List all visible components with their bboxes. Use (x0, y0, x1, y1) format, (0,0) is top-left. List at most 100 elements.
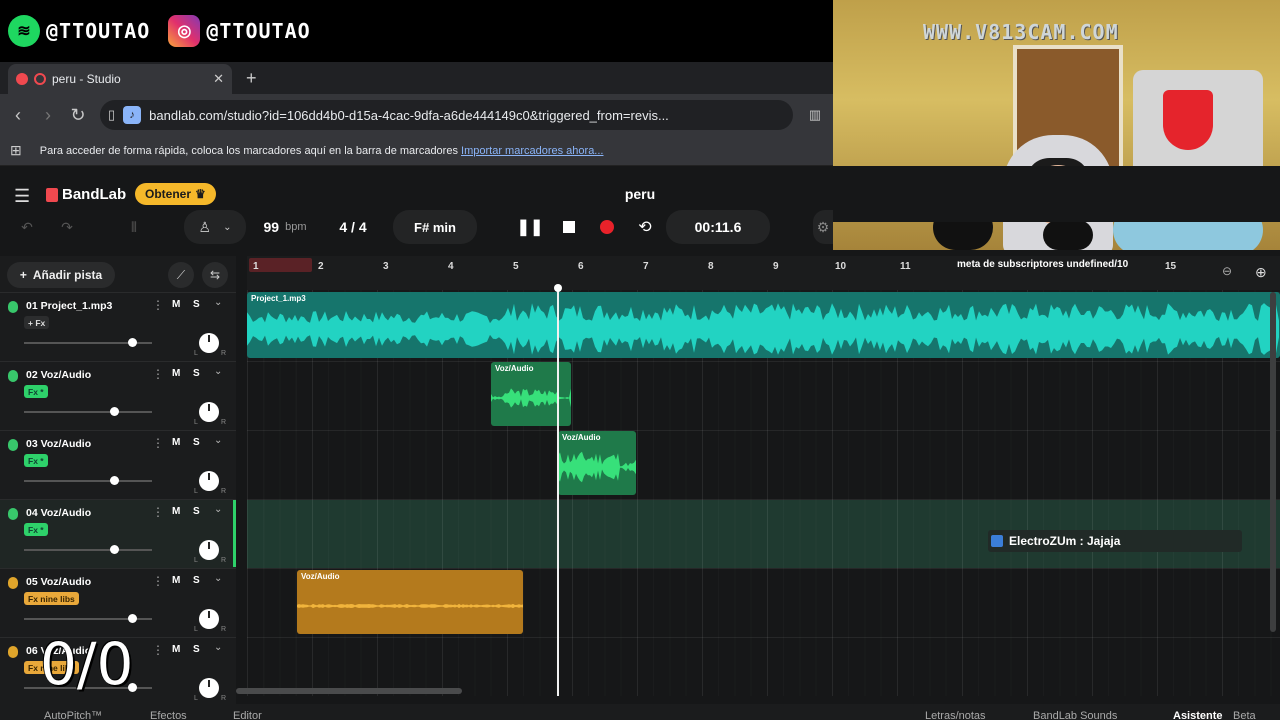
track-name[interactable]: 04 Voz/Audio (26, 507, 91, 519)
mute-button[interactable]: M (172, 506, 180, 517)
pause-button[interactable]: ❚❚ (510, 210, 550, 244)
solo-button[interactable]: S (193, 506, 200, 517)
chevron-down-icon[interactable]: ⌄ (214, 642, 222, 653)
track-header[interactable]: 04 Voz/Audio ⋮ M S ⌄ Fx * L R (0, 499, 236, 568)
undo-button[interactable]: ↶ (10, 210, 44, 244)
track-header[interactable]: 02 Voz/Audio ⋮ M S ⌄ Fx * L R (0, 361, 236, 430)
more-options-icon[interactable]: ⋮ (152, 505, 164, 519)
solo-button[interactable]: S (193, 368, 200, 379)
settings-partial-button[interactable]: ⚙ (813, 210, 833, 244)
timeline-ruler[interactable]: 1 2 3 4 5 6 7 8 9 10 11 15 meta de subscriptores un… (247, 256, 1280, 290)
zoom-in-icon[interactable]: ⊕ (1255, 264, 1267, 281)
assistant-button[interactable]: Asistente (1173, 710, 1223, 720)
chevron-down-icon[interactable]: ⌄ (214, 435, 222, 446)
microphone-icon[interactable] (8, 577, 18, 589)
fx-button[interactable]: Fx nine libs (24, 592, 79, 605)
forward-icon[interactable]: › (40, 105, 56, 126)
fx-button[interactable]: Fx * (24, 385, 48, 398)
volume-handle[interactable] (110, 407, 119, 416)
solo-button[interactable]: S (193, 437, 200, 448)
mute-button[interactable]: M (172, 644, 180, 655)
lyrics-button[interactable]: Letras/notas (925, 710, 986, 720)
mute-button[interactable]: M (172, 368, 180, 379)
track-header[interactable]: 03 Voz/Audio ⋮ M S ⌄ Fx * L R (0, 430, 236, 499)
pan-knob[interactable] (199, 333, 219, 353)
automation-icon[interactable]: ⟋ (168, 262, 194, 288)
audio-clip-project[interactable]: Project_1.mp3 (247, 292, 1280, 358)
track-name[interactable]: 02 Voz/Audio (26, 369, 91, 381)
microphone-icon[interactable] (8, 439, 18, 451)
hamburger-menu-icon[interactable]: ☰ (14, 186, 30, 207)
add-track-button[interactable]: + Añadir pista (7, 262, 115, 288)
volume-handle[interactable] (110, 476, 119, 485)
pan-knob[interactable] (199, 678, 219, 698)
key-selector[interactable]: F# min (393, 210, 477, 244)
more-options-icon[interactable]: ⋮ (152, 436, 164, 450)
tempo-control[interactable]: 99 bpm (250, 210, 320, 244)
audio-clip-voz-2[interactable]: Voz/Audio (558, 431, 636, 495)
track-header[interactable]: 05 Voz/Audio ⋮ M S ⌄ Fx nine libs L R (0, 568, 236, 637)
more-options-icon[interactable]: ⋮ (152, 643, 164, 657)
effects-button[interactable]: Efectos (150, 710, 187, 720)
bookmark-icon[interactable]: ▯ (108, 107, 115, 123)
redo-button[interactable]: ↷ (50, 210, 84, 244)
track-settings-icon[interactable]: ⇆ (202, 262, 228, 288)
mute-button[interactable]: M (172, 299, 180, 310)
microphone-icon[interactable] (8, 646, 18, 658)
get-membership-button[interactable]: Obtener ♛ (135, 183, 216, 205)
track-header[interactable]: 01 Project_1.mp3 ⋮ M S ⌄ + Fx L R (0, 292, 236, 361)
fx-button[interactable]: + Fx (24, 316, 50, 329)
close-tab-icon[interactable]: ✕ (213, 71, 224, 87)
reader-mode-icon[interactable]: ▥ (807, 107, 823, 123)
loop-button[interactable]: ⟲ (628, 210, 662, 244)
pan-knob[interactable] (199, 540, 219, 560)
audio-clip-voz-1[interactable]: Voz/Audio (491, 362, 571, 426)
solo-button[interactable]: S (193, 575, 200, 586)
volume-slider[interactable] (24, 411, 152, 413)
more-options-icon[interactable]: ⋮ (152, 298, 164, 312)
browser-tab[interactable]: peru - Studio ✕ (8, 64, 232, 94)
time-signature[interactable]: 4 / 4 (322, 210, 384, 244)
fx-button[interactable]: Fx * (24, 454, 48, 467)
volume-slider[interactable] (24, 480, 152, 482)
mixer-icon[interactable]: ⦀ (117, 210, 151, 244)
url-text[interactable]: bandlab.com/studio?id=106dd4b0-d15a-4cac… (149, 108, 669, 123)
microphone-icon[interactable] (8, 370, 18, 382)
stop-button[interactable] (552, 210, 586, 244)
mute-button[interactable]: M (172, 575, 180, 586)
volume-slider[interactable] (24, 549, 152, 551)
more-options-icon[interactable]: ⋮ (152, 367, 164, 381)
pan-knob[interactable] (199, 402, 219, 422)
audio-clip-voz-3[interactable]: Voz/Audio (297, 570, 523, 634)
editor-button[interactable]: Editor (233, 710, 262, 720)
volume-handle[interactable] (128, 614, 137, 623)
project-title[interactable]: peru (610, 186, 670, 202)
chevron-down-icon[interactable]: ⌄ (214, 297, 222, 308)
chevron-down-icon[interactable]: ⌄ (214, 573, 222, 584)
volume-handle[interactable] (110, 545, 119, 554)
bandlab-logo[interactable]: BandLab (46, 186, 126, 203)
chevron-down-icon[interactable]: ⌄ (214, 504, 222, 515)
vertical-scrollbar[interactable] (1270, 292, 1276, 632)
back-icon[interactable]: ‹ (10, 105, 26, 126)
microphone-icon[interactable] (8, 508, 18, 520)
pan-knob[interactable] (199, 609, 219, 629)
metronome-dropdown[interactable]: ♙ ⌄ (184, 210, 246, 244)
track-name[interactable]: 05 Voz/Audio (26, 576, 91, 588)
bandlab-sounds-button[interactable]: BandLab Sounds (1033, 710, 1117, 720)
playhead[interactable] (554, 284, 562, 696)
zoom-out-icon[interactable]: ⊖ (1222, 264, 1232, 278)
pan-knob[interactable] (199, 471, 219, 491)
record-button[interactable] (590, 210, 624, 244)
chevron-down-icon[interactable]: ⌄ (214, 366, 222, 377)
reload-icon[interactable]: ↻ (70, 105, 86, 126)
address-bar[interactable]: ▯ ♪ bandlab.com/studio?id=106dd4b0-d15a-… (100, 100, 793, 130)
new-tab-button[interactable]: + (246, 68, 257, 89)
autopitch-button[interactable]: AutoPitch™ (44, 710, 102, 720)
site-info-icon[interactable]: ♪ (123, 106, 142, 124)
fx-button[interactable]: Fx * (24, 523, 48, 536)
track-name[interactable]: 03 Voz/Audio (26, 438, 91, 450)
microphone-icon[interactable] (8, 301, 18, 313)
solo-button[interactable]: S (193, 644, 200, 655)
volume-handle[interactable] (128, 338, 137, 347)
